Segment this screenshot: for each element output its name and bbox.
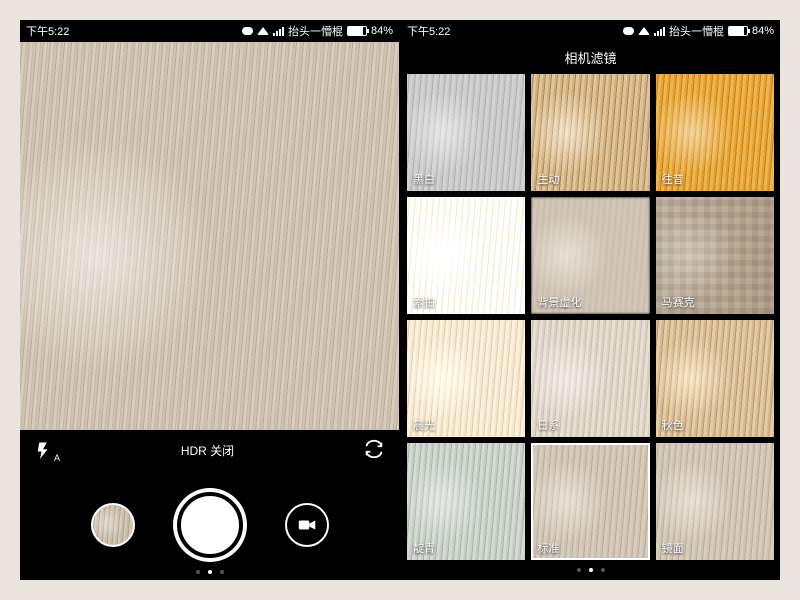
video-mode-button[interactable] [285,503,329,547]
filter-label: 秋色 [662,417,684,433]
filter-label: 黑白 [413,171,435,187]
filter-label: 马赛克 [662,294,695,310]
status-time: 下午5:22 [407,23,450,39]
filter-item[interactable]: 秋色 [656,320,774,437]
signal-icon [654,26,665,36]
camera-switch-icon [363,438,385,460]
battery-icon [728,26,748,36]
video-icon [298,518,316,532]
filter-item[interactable]: 马赛克 [656,197,774,314]
filter-label: 靛青 [413,540,435,556]
filter-item[interactable]: 背景虚化 [531,197,649,314]
filter-item[interactable]: 素拍 [407,197,525,314]
battery-percent: 84% [752,25,774,37]
carrier-text: 抬头一懵棍 [288,23,343,39]
filter-label: 往昔 [662,171,684,187]
flash-toggle[interactable]: A [34,439,52,461]
mode-pager[interactable] [20,570,399,574]
gallery-thumbnail[interactable] [91,503,135,547]
filter-item[interactable]: 生动 [531,74,649,191]
shutter-button[interactable] [177,492,243,558]
filter-item[interactable]: 往昔 [656,74,774,191]
carrier-text: 抬头一懵棍 [669,23,724,39]
filters-screen: 下午5:22 抬头一懵棍 84% 相机滤镜 黑白 生动 往昔 素拍 背景虚化 马… [401,20,780,580]
camera-mode-bar: A HDR 关闭 [20,430,399,470]
camera-viewfinder[interactable] [20,42,399,430]
filter-label: 晨光 [413,417,435,433]
filter-item[interactable]: 靛青 [407,443,525,560]
filter-label: 素拍 [413,294,435,310]
filter-label: 生动 [537,171,559,187]
wifi-icon [638,27,650,35]
filter-label: 日系 [537,417,559,433]
filter-pager[interactable] [407,560,774,580]
cloud-sync-icon [623,27,634,35]
shutter-bar [20,470,399,580]
filter-label: 标准 [537,540,559,556]
signal-icon [273,26,284,36]
camera-screen: 下午5:22 抬头一懵棍 84% A HDR 关闭 [20,20,399,580]
filter-label: 镜面 [662,540,684,556]
filter-item[interactable]: 标准 [531,443,649,560]
filters-title: 相机滤镜 [401,42,780,72]
flash-mode-sub: A [54,453,60,463]
status-bar: 下午5:22 抬头一懵棍 84% [20,20,399,42]
filter-label: 背景虚化 [537,294,581,310]
filter-item[interactable]: 黑白 [407,74,525,191]
flash-icon [34,439,52,461]
battery-percent: 84% [371,25,393,37]
cloud-sync-icon [242,27,253,35]
filter-grid: 黑白 生动 往昔 素拍 背景虚化 马赛克 晨光 日系 秋色 靛青 标准 镜面 [407,74,774,560]
wifi-icon [257,27,269,35]
status-time: 下午5:22 [26,23,69,39]
filter-item[interactable]: 镜面 [656,443,774,560]
filter-item[interactable]: 晨光 [407,320,525,437]
status-bar: 下午5:22 抬头一懵棍 84% [401,20,780,42]
hdr-toggle[interactable]: HDR 关闭 [181,442,234,459]
camera-switch-button[interactable] [363,438,385,463]
filter-item[interactable]: 日系 [531,320,649,437]
battery-icon [347,26,367,36]
